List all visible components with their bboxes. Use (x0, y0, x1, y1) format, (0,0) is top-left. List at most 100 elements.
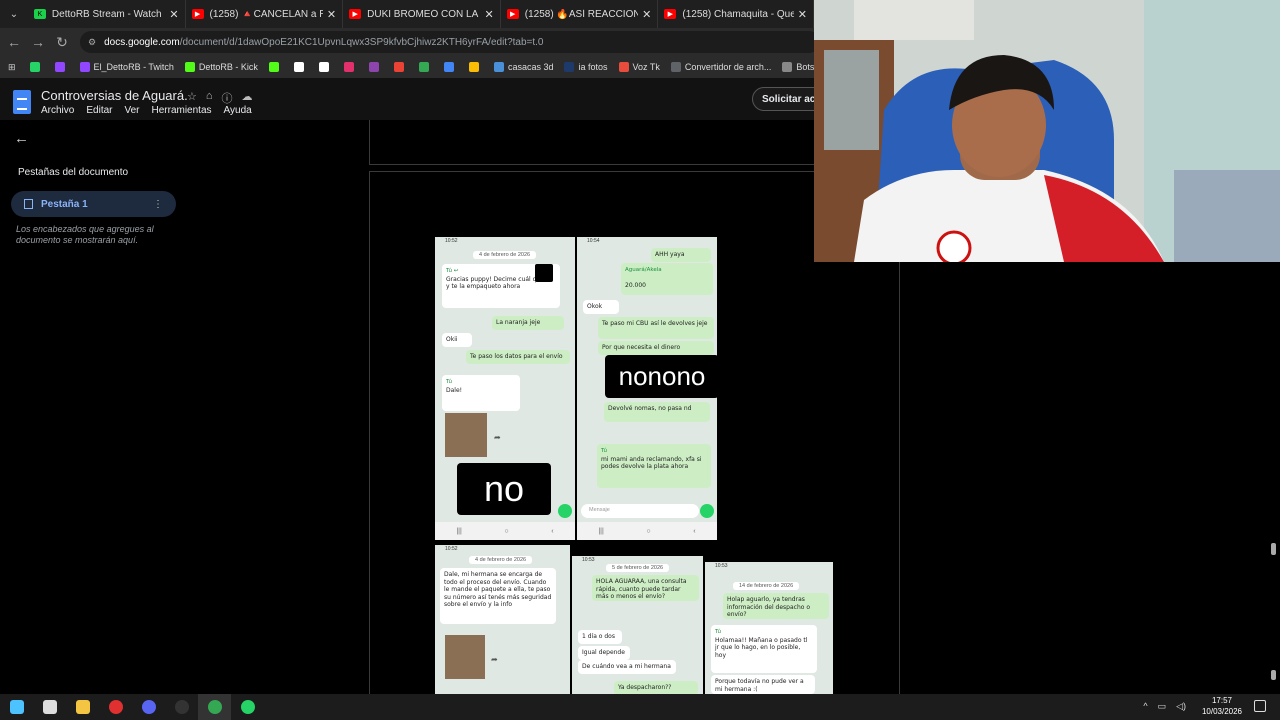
bookmark-item[interactable] (368, 62, 383, 72)
tab-search-button[interactable]: ⌄ (0, 0, 28, 28)
bookmark-item[interactable]: DettoRB - Kick (184, 62, 258, 72)
bookmark-item[interactable]: Bots Eliminar (782, 62, 814, 72)
tab-title: DettoRB Stream - Watch Live o (51, 8, 165, 20)
bookmark-item[interactable] (54, 62, 69, 72)
task-view-taskbar-button[interactable] (33, 694, 66, 720)
bookmark-item[interactable] (268, 62, 283, 72)
bookmark-favicon-icon (564, 62, 575, 72)
info-icon[interactable]: ⓘ (222, 90, 233, 106)
menu-bar: Archivo Editar Ver Herramientas Ayuda (41, 105, 252, 116)
bookmark-favicon-icon (318, 62, 329, 72)
document-page[interactable] (369, 120, 814, 165)
bookmark-item[interactable] (318, 62, 333, 72)
youtube-icon: ▶ (191, 9, 204, 19)
close-tab-icon[interactable]: ✕ (327, 8, 336, 21)
status-bar: 10:53 (705, 562, 833, 571)
bookmark-item[interactable]: Convertidor de arch... (670, 62, 771, 72)
menu-editar[interactable]: Editar (86, 105, 112, 116)
volume-icon[interactable]: ◁) (1176, 701, 1186, 712)
chat-bubble: AHH yaya (651, 248, 711, 262)
request-access-button[interactable]: Solicitar acc (752, 87, 814, 111)
scrollbar-thumb[interactable] (1271, 543, 1276, 555)
youtube-icon: ▶ (506, 9, 519, 19)
close-tab-icon[interactable]: ✕ (642, 8, 651, 21)
apps-grid-icon[interactable]: ⊞ (8, 62, 16, 73)
file-explorer-icon (75, 700, 90, 714)
google-docs-logo-icon[interactable] (13, 90, 31, 114)
close-tab-icon[interactable]: ✕ (798, 8, 807, 21)
browser-tab[interactable]: ▶ DUKI BROMEÓ CON LA POLÉM ✕ (343, 0, 501, 28)
whatsapp-taskbar-button[interactable] (231, 694, 264, 720)
document-tab-1[interactable]: Pestaña 1 ⋮ (11, 191, 176, 217)
back-arrow-icon[interactable]: ← (14, 130, 29, 147)
bookmark-item[interactable] (418, 62, 433, 72)
star-icon[interactable]: ☆ (187, 90, 197, 106)
tab-title: DUKI BROMEÓ CON LA POLÉM (367, 8, 480, 20)
cloud-status-icon[interactable]: ☁ (242, 90, 253, 106)
bookmark-item[interactable] (343, 62, 358, 72)
more-options-icon[interactable]: ⋮ (153, 199, 163, 210)
close-tab-icon[interactable]: ✕ (169, 8, 178, 21)
browser-tab[interactable]: K DettoRB Stream - Watch Live o ✕ (28, 0, 186, 28)
bookmark-label: Voz Tk (632, 62, 660, 72)
title-actions: ☆ ⌂ ⓘ ☁ (187, 90, 253, 106)
reply-quote: Tú ↩ (446, 268, 459, 274)
start-icon (9, 700, 24, 714)
webcam-feed (814, 0, 1280, 262)
bookmark-favicon-icon (79, 62, 90, 72)
bookmark-item[interactable]: El_DettoRB - Twitch (79, 62, 174, 72)
bookmark-item[interactable]: casacas 3d (493, 62, 553, 72)
app-red-taskbar-button[interactable] (99, 694, 132, 720)
document-title[interactable]: Controversias de Aguará. (41, 88, 188, 103)
move-folder-icon[interactable]: ⌂ (206, 90, 213, 106)
chat-screenshot: 10:53 5 de febrero de 2026 HOLA AGUARAA,… (572, 556, 703, 694)
browser-tab[interactable]: ▶ (1258) 🔥ASÍ REACCIONARON ✕ (501, 0, 659, 28)
bookmark-item[interactable] (29, 62, 44, 72)
menu-archivo[interactable]: Archivo (41, 105, 74, 116)
forward-icon[interactable]: → (26, 30, 50, 54)
chrome-taskbar-button[interactable] (198, 694, 231, 720)
status-time: 10:54 (587, 238, 600, 244)
bookmark-item[interactable] (443, 62, 458, 72)
start-taskbar-button[interactable] (0, 694, 33, 720)
close-tab-icon[interactable]: ✕ (485, 8, 494, 21)
notification-icon[interactable] (1254, 700, 1266, 712)
browser-tab[interactable]: ▶ (1258) 🔺CANCELAN a RAPDE ✕ (186, 0, 344, 28)
chat-bubble: 1 día o dos (578, 630, 622, 644)
app-red-icon (108, 700, 123, 714)
back-icon[interactable]: ← (2, 30, 26, 54)
bookmark-item[interactable] (293, 62, 308, 72)
obs-taskbar-button[interactable] (165, 694, 198, 720)
message-text: 20.000 (625, 282, 646, 289)
url-field[interactable]: ⚙ docs.google.com/document/d/1dawOpoE21K… (80, 31, 814, 53)
clock[interactable]: 17:57 10/03/2026 (1202, 695, 1242, 717)
site-info-icon[interactable]: ⚙ (88, 37, 96, 48)
chat-bubble: Okii (442, 333, 472, 347)
task-view-icon (42, 700, 57, 714)
discord-taskbar-button[interactable] (132, 694, 165, 720)
menu-herramientas[interactable]: Herramientas (152, 105, 212, 116)
bookmark-label: Bots Eliminar (796, 62, 814, 72)
menu-ayuda[interactable]: Ayuda (224, 105, 252, 116)
reload-icon[interactable]: ↻ (50, 30, 74, 54)
bookmark-label: ia fotos (578, 62, 608, 72)
bookmark-favicon-icon (468, 62, 479, 72)
bookmark-item[interactable]: Voz Tk (618, 62, 660, 72)
menu-ver[interactable]: Ver (124, 105, 139, 116)
scrollbar-thumb[interactable] (1271, 670, 1276, 680)
bookmark-label: El_DettoRB - Twitch (93, 62, 174, 72)
bookmark-favicon-icon (29, 62, 40, 72)
browser-tab[interactable]: ▶ (1258) Chamaquita - Quevedo ✕ (658, 0, 814, 28)
bookmark-favicon-icon (670, 62, 681, 72)
bookmark-item[interactable] (468, 62, 483, 72)
file-explorer-taskbar-button[interactable] (66, 694, 99, 720)
chat-bubble: Dale, mi hermana se encarga de todo el p… (440, 568, 556, 624)
discord-icon (141, 700, 156, 714)
youtube-icon: ▶ (349, 9, 362, 19)
phone-nav-bar: ||| ○ ‹ (577, 522, 717, 540)
bookmark-item[interactable]: ia fotos (564, 62, 608, 72)
chat-bubble: Por que necesita el dinero (598, 341, 714, 355)
network-icon[interactable]: ▭ (1158, 701, 1167, 712)
chevron-up-icon[interactable]: ^ (1143, 701, 1147, 712)
bookmark-item[interactable] (393, 62, 408, 72)
